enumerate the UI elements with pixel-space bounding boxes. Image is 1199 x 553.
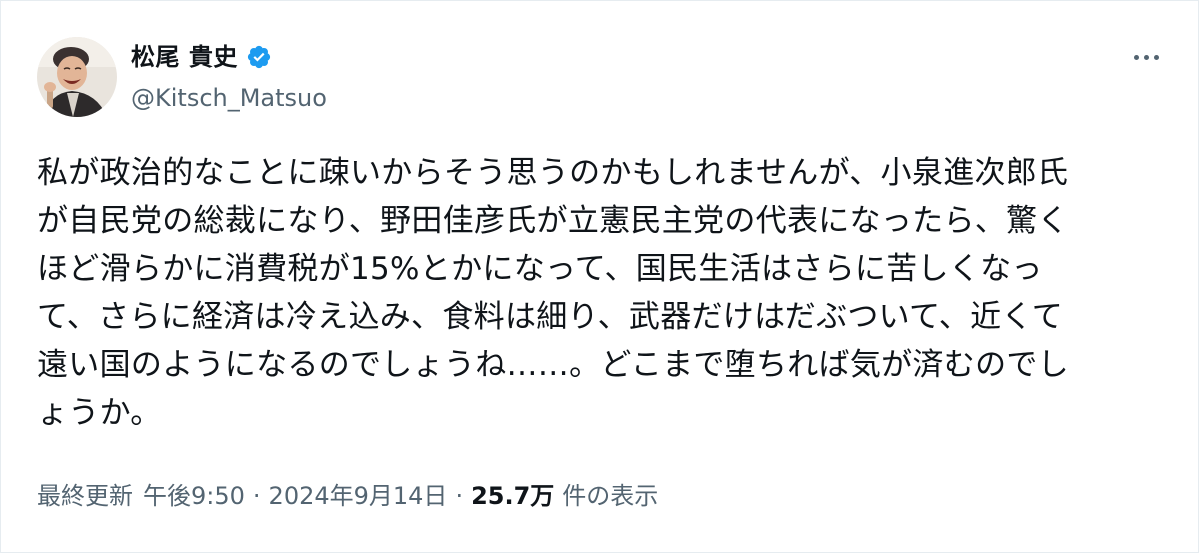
more-dot [1153,54,1159,60]
tweet-text-line: 遠い国のようになるのでしょうね……。どこまで堕ちれば気が済むのでし [37,347,1069,383]
avatar[interactable] [37,37,117,117]
user-handle[interactable]: @Kitsch_Matsuo [131,83,327,113]
more-options-icon[interactable] [1124,39,1168,75]
meta-separator: · [455,482,464,510]
display-name[interactable]: 松尾 貴史 [131,41,272,73]
tweet-text: 私が政治的なことに疎いからそう思うのかもしれませんが、小泉進次郎氏 が自民党の総… [37,149,1167,437]
display-name-text: 松尾 貴史 [131,43,238,71]
tweet-metadata: 最終更新 午後9:50 · 2024年9月14日 · 25.7万 件の表示 [37,480,658,512]
more-dot [1133,54,1139,60]
tweet-text-line: て、さらに経済は冷え込み、食料は細り、武器だけはだぶついて、近くて [37,299,1064,335]
meta-separator: · [252,482,261,510]
tweet-text-line: ょうか。 [37,395,162,431]
tweet-text-line: ほど滑らかに消費税が15%とかになって、国民生活はさらに苦しくなっ [37,251,1043,287]
verified-badge-icon[interactable] [246,44,272,70]
tweet-card: 松尾 貴史 @Kitsch_Matsuo 私が政治的なことに疎いからそう思うのか… [0,0,1199,553]
tweet-time[interactable]: 午後9:50 [143,480,245,512]
views-count[interactable]: 25.7万 [471,480,554,512]
updated-label[interactable]: 最終更新 [37,480,133,512]
tweet-text-line: 私が政治的なことに疎いからそう思うのかもしれませんが、小泉進次郎氏 [37,155,1069,191]
avatar-image [37,37,117,117]
tweet-date[interactable]: 2024年9月14日 [269,480,448,512]
views-label: 件の表示 [562,482,659,510]
more-dot [1143,54,1149,60]
tweet-text-line: が自民党の総裁になり、野田佳彦氏が立憲民主党の代表になったら、驚く [37,203,1069,239]
